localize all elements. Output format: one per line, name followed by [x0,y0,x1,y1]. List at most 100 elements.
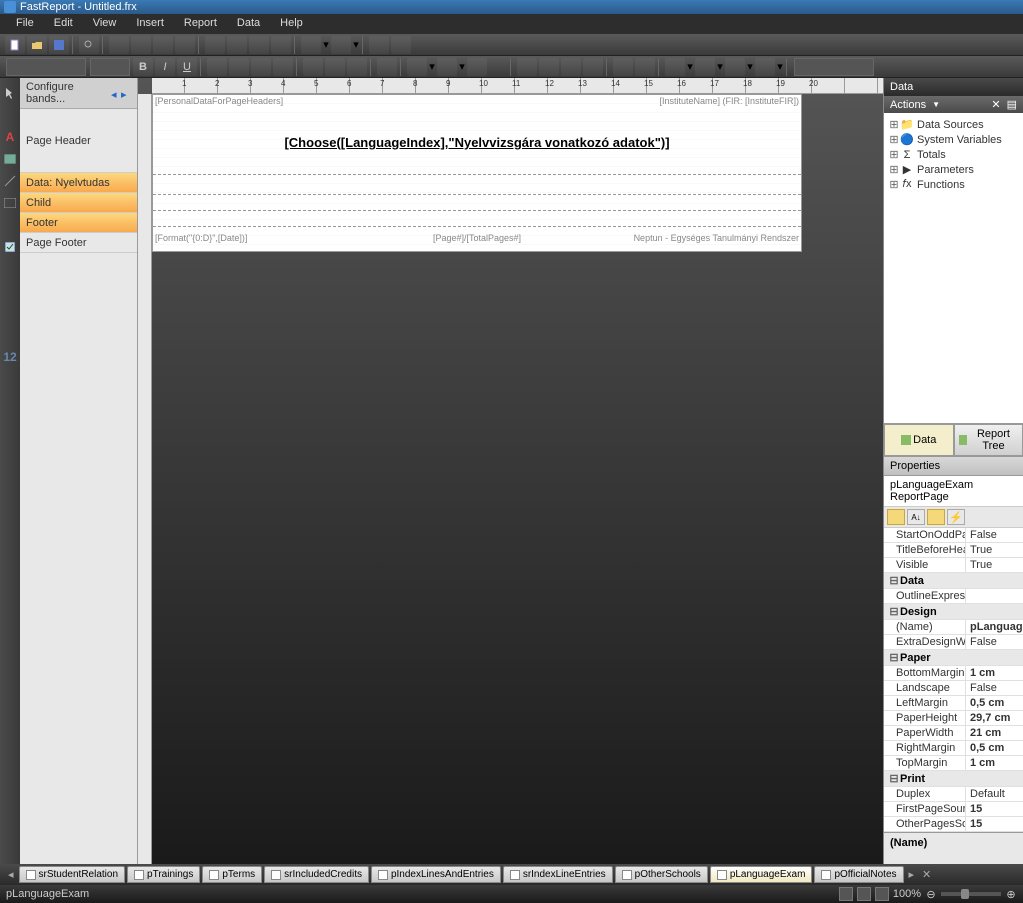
data-band[interactable] [153,175,801,195]
collapse-icon[interactable]: ⊟ [888,772,900,785]
property-value[interactable]: 1 cm [966,666,1023,680]
panel-tab[interactable]: Data [884,424,954,456]
property-row[interactable]: PaperWidth21 cm [884,726,1023,741]
new-dialog-button[interactable] [131,36,151,54]
tree-item[interactable]: ⊞📁Data Sources [888,117,1019,132]
property-row[interactable]: BottomMargin1 cm [884,666,1023,681]
hand-tool[interactable] [2,106,18,124]
footer-band[interactable] [153,211,801,227]
page-tab[interactable]: pOtherSchools [615,866,708,883]
underline-button[interactable]: U [177,58,197,76]
property-value[interactable]: False [966,681,1023,695]
view-mode-button[interactable] [839,887,853,901]
property-value[interactable]: pLanguageExam [966,620,1023,634]
band-item[interactable]: Page Header [20,109,137,173]
copy-button[interactable] [227,36,247,54]
expand-icon[interactable]: ⊞ [888,118,900,131]
line-style-button[interactable] [755,58,775,76]
picture-tool[interactable] [2,150,18,168]
property-row[interactable]: StartOnOddPageFalse [884,528,1023,543]
actions-dropdown-icon[interactable]: ▼ [932,100,940,109]
barcode-tool[interactable] [2,216,18,234]
text-tool[interactable]: A [2,128,18,146]
border-right-button[interactable] [583,58,603,76]
align-center-button[interactable] [229,58,249,76]
align-left-button[interactable] [207,58,227,76]
view-mode-button[interactable] [875,887,889,901]
expand-icon[interactable]: ⊞ [888,148,900,161]
property-row[interactable]: VisibleTrue [884,558,1023,573]
page-tab[interactable]: srIncludedCredits [264,866,369,883]
preview-button[interactable] [79,36,99,54]
props-categorized-button[interactable] [887,509,905,525]
page-tab[interactable]: srStudentRelation [19,866,126,883]
new-page-button[interactable] [109,36,129,54]
menu-file[interactable]: File [6,14,44,34]
property-value[interactable]: False [966,528,1023,542]
bold-button[interactable]: B [133,58,153,76]
header-right-field[interactable]: [InstituteName] (FIR: [InstituteFIR]) [659,96,799,106]
valign-middle-button[interactable] [325,58,345,76]
chart-tool[interactable] [2,304,18,322]
tabs-scroll-left[interactable]: ◂ [4,868,18,881]
valign-top-button[interactable] [303,58,323,76]
bands-header[interactable]: Configure bands... ◂ ▸ [20,78,137,109]
view-mode-button[interactable] [857,887,871,901]
property-row[interactable]: PaperHeight29,7 cm [884,711,1023,726]
tabs-close[interactable]: ✕ [918,868,935,881]
border-all-button[interactable] [613,58,633,76]
band-item[interactable]: Data: Nyelvtudas [20,173,137,193]
shape-tool[interactable] [2,194,18,212]
props-pages-button[interactable] [927,509,945,525]
menu-report[interactable]: Report [174,14,227,34]
font-color-button[interactable] [407,58,427,76]
property-value[interactable]: 15 [966,817,1023,831]
border-bottom-button[interactable] [539,58,559,76]
data-tree[interactable]: ⊞📁Data Sources⊞🔵System Variables⊞ΣTotals… [884,113,1023,423]
pointer-tool[interactable] [2,84,18,102]
font-size-combo[interactable] [90,58,130,76]
tree-item[interactable]: ⊞🔵System Variables [888,132,1019,147]
menu-insert[interactable]: Insert [126,14,174,34]
property-value[interactable]: 0,5 cm [966,741,1023,755]
fill-color-dropdown[interactable]: ▾ [686,60,694,73]
page-tab[interactable]: pTrainings [127,866,200,883]
panel-tab[interactable]: Report Tree [954,424,1023,456]
ungroup-button[interactable] [391,36,411,54]
format-painter-button[interactable] [271,36,291,54]
child-band[interactable] [153,195,801,211]
menu-help[interactable]: Help [270,14,313,34]
property-value[interactable]: Default [966,787,1023,801]
menu-edit[interactable]: Edit [44,14,83,34]
zoom-slider[interactable] [941,892,1001,896]
title-field[interactable]: [Choose([LanguageIndex],"Nyelvvizsgára v… [153,135,801,150]
band-item[interactable]: Child [20,193,137,213]
property-category[interactable]: ⊟Data [884,573,1023,589]
line-tool[interactable] [2,172,18,190]
valign-bottom-button[interactable] [347,58,367,76]
open-button[interactable] [27,36,47,54]
expand-icon[interactable]: ⊞ [888,133,900,146]
redo-button[interactable] [331,36,351,54]
font-color-dropdown[interactable]: ▾ [428,60,436,73]
cut-button[interactable] [205,36,225,54]
property-row[interactable]: TopMargin1 cm [884,756,1023,771]
line-style-dropdown[interactable]: ▾ [776,60,784,73]
property-row[interactable]: RightMargin0,5 cm [884,741,1023,756]
misc-tool[interactable] [2,370,18,388]
line-width-dropdown[interactable]: ▾ [746,60,754,73]
page-tab[interactable]: pLanguageExam [710,866,813,883]
page-tab[interactable]: srIndexLineEntries [503,866,613,883]
property-row[interactable]: LandscapeFalse [884,681,1023,696]
zoom-in-button[interactable]: ⊕ [1005,888,1017,901]
save-button[interactable] [49,36,69,54]
border-top-button[interactable] [517,58,537,76]
matrix-tool[interactable] [2,282,18,300]
collapse-icon[interactable]: ⊟ [888,651,900,664]
format-button[interactable] [467,58,487,76]
page-footer-band[interactable]: [Format("{0:D}",[Date])] [Page#]/[TotalP… [153,227,801,251]
tree-item[interactable]: ⊞𝑓xFunctions [888,177,1019,192]
style-combo[interactable] [794,58,874,76]
band-item[interactable]: Page Footer [20,233,137,253]
property-row[interactable]: FirstPageSource15 [884,802,1023,817]
